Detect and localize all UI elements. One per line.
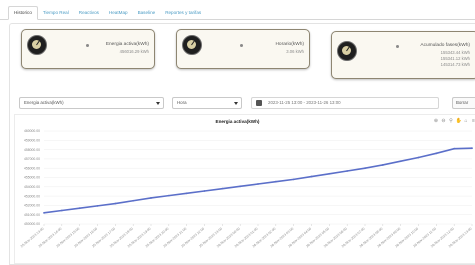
y-tick-label: 456000.00	[24, 166, 40, 170]
y-tick-label: 459000.00	[24, 139, 40, 143]
y-tick-label: 451000.00	[24, 213, 40, 217]
data-point	[346, 170, 349, 172]
data-point	[239, 185, 242, 188]
data-point	[417, 156, 420, 159]
data-point	[274, 180, 277, 183]
data-point	[114, 202, 117, 205]
y-tick-label: 457000.00	[24, 157, 40, 161]
data-point	[435, 152, 438, 155]
data-point	[399, 160, 402, 163]
y-tick-label: 455000.00	[24, 176, 40, 180]
data-point	[203, 190, 206, 192]
data-point	[167, 194, 170, 197]
y-tick-label: 450000.00	[24, 222, 40, 226]
data-point	[221, 187, 224, 190]
data-point	[381, 164, 384, 166]
y-tick-label: 452000.00	[24, 204, 40, 208]
y-tick-label: 458000.00	[24, 148, 40, 152]
y-tick-label: 453000.00	[24, 194, 40, 198]
data-point	[150, 197, 152, 199]
data-point	[310, 175, 313, 178]
data-point	[43, 211, 45, 214]
data-point	[453, 147, 456, 150]
data-point	[328, 172, 331, 175]
data-point	[364, 167, 366, 170]
y-tick-label: 454000.00	[24, 185, 40, 189]
y-tick-label: 460000.00	[24, 129, 40, 133]
data-point	[292, 178, 295, 181]
data-point	[185, 192, 188, 195]
data-point	[78, 207, 81, 210]
data-point	[96, 204, 99, 207]
data-point	[257, 183, 259, 185]
line-chart: 460000.00 459000.00 458000.00 457000.00 4560…	[20, 129, 473, 248]
data-point	[60, 209, 63, 212]
data-point	[471, 147, 473, 150]
data-point	[132, 199, 135, 202]
series-line	[43, 147, 473, 214]
